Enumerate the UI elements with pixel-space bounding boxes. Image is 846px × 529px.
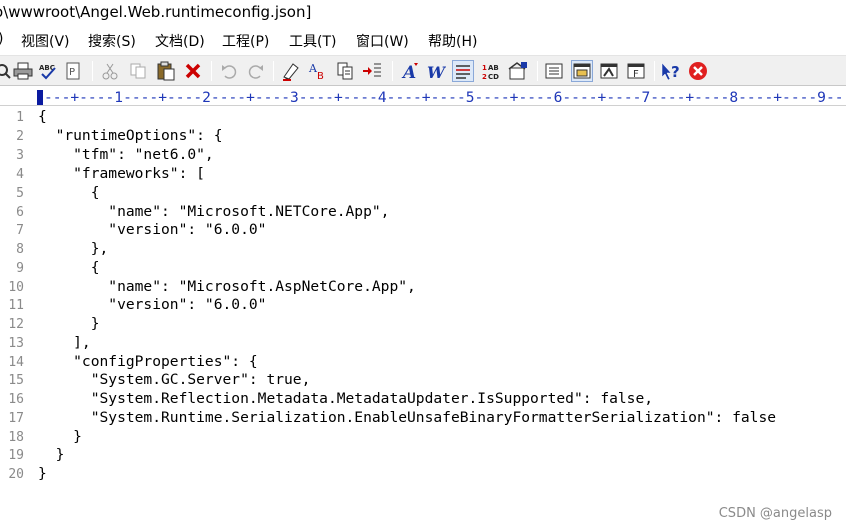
svg-text:?: ?: [671, 63, 680, 81]
cut-icon[interactable]: [99, 60, 121, 82]
svg-text:B: B: [317, 71, 324, 81]
code-line[interactable]: "configProperties": {: [38, 353, 258, 370]
redo-icon[interactable]: [245, 60, 267, 82]
svg-text:W: W: [427, 63, 446, 81]
code-line[interactable]: "runtimeOptions": {: [38, 127, 223, 144]
line-number: 7: [16, 223, 24, 238]
line-number: 5: [16, 186, 24, 201]
code-line[interactable]: }: [38, 315, 100, 332]
replace-font-icon[interactable]: AB: [307, 60, 329, 82]
menu-item-tools[interactable]: 工具(T): [289, 31, 336, 51]
line-number: 12: [8, 317, 24, 332]
code-line[interactable]: "name": "Microsoft.AspNetCore.App",: [38, 278, 416, 295]
menu-bar: ) 视图(V) 搜索(S) 文档(D) 工程(P) 工具(T) 窗口(W) 帮助…: [0, 28, 846, 52]
svg-text:P: P: [69, 67, 75, 78]
delete-icon[interactable]: [182, 60, 204, 82]
highlight-icon[interactable]: [280, 60, 302, 82]
code-line[interactable]: {: [38, 259, 100, 276]
menu-item-edit-partial[interactable]: ): [0, 31, 3, 47]
line-number: 1: [16, 110, 24, 125]
toolbar: ABC P AB A W 1 AB 2 CD F ?: [0, 55, 846, 86]
code-line[interactable]: }: [38, 446, 65, 463]
line-number-gutter: 1 2 3 4 5 6 7 8 9 10 11 12 13 14 15 16 1…: [0, 108, 24, 529]
toggle-panel-icon[interactable]: [598, 60, 620, 82]
window-title: o\wwwroot\Angel.Web.runtimeconfig.json]: [0, 3, 312, 21]
line-number: 11: [8, 298, 24, 313]
line-number: 20: [8, 467, 24, 482]
list-view-icon[interactable]: [543, 60, 565, 82]
menu-item-view[interactable]: 视图(V): [21, 31, 70, 51]
word-wrap-icon[interactable]: [452, 60, 474, 82]
indent-icon[interactable]: [361, 60, 383, 82]
code-line[interactable]: },: [38, 240, 109, 257]
line-number: 9: [16, 261, 24, 276]
code-line[interactable]: "tfm": "net6.0",: [38, 146, 214, 163]
code-line[interactable]: "System.Reflection.Metadata.MetadataUpda…: [38, 390, 653, 407]
menu-item-document[interactable]: 文档(D): [155, 31, 205, 51]
line-number: 17: [8, 411, 24, 426]
bold-w-icon[interactable]: W: [425, 60, 447, 82]
workspace-icon[interactable]: [507, 60, 529, 82]
function-list-icon[interactable]: F: [625, 60, 647, 82]
menu-item-window[interactable]: 窗口(W): [356, 31, 409, 51]
line-number: 6: [16, 205, 24, 220]
line-number: 19: [8, 448, 24, 463]
print-icon[interactable]: [12, 60, 34, 82]
code-line[interactable]: "frameworks": [: [38, 165, 205, 182]
context-help-icon[interactable]: ?: [660, 60, 682, 82]
svg-text:1: 1: [482, 64, 487, 72]
svg-text:F: F: [633, 69, 639, 80]
svg-text:A: A: [401, 63, 416, 81]
svg-text:2: 2: [482, 73, 487, 81]
code-line[interactable]: "System.Runtime.Serialization.EnableUnsa…: [38, 409, 776, 426]
spell-check-icon[interactable]: ABC: [37, 60, 59, 82]
output-window-icon[interactable]: [571, 60, 593, 82]
code-line[interactable]: "System.GC.Server": true,: [38, 371, 311, 388]
svg-text:CD: CD: [488, 73, 499, 81]
menu-item-search[interactable]: 搜索(S): [88, 31, 136, 51]
code-line[interactable]: }: [38, 465, 47, 482]
code-editor[interactable]: 1 2 3 4 5 6 7 8 9 10 11 12 13 14 15 16 1…: [0, 108, 846, 529]
line-number: 10: [8, 280, 24, 295]
line-number: 8: [16, 242, 24, 257]
line-number: 13: [8, 336, 24, 351]
svg-text:AB: AB: [488, 64, 499, 72]
page-setup-icon[interactable]: P: [62, 60, 84, 82]
line-number: 18: [8, 430, 24, 445]
menu-item-help[interactable]: 帮助(H): [428, 31, 477, 51]
code-line[interactable]: {: [38, 184, 100, 201]
line-number: 3: [16, 148, 24, 163]
line-number: 16: [8, 392, 24, 407]
code-line[interactable]: ],: [38, 334, 91, 351]
copy-icon[interactable]: [127, 60, 149, 82]
title-bar: o\wwwroot\Angel.Web.runtimeconfig.json]: [0, 0, 846, 26]
menu-item-project[interactable]: 工程(P): [222, 31, 269, 51]
duplicate-icon[interactable]: [334, 60, 356, 82]
line-number: 15: [8, 373, 24, 388]
paste-icon[interactable]: [155, 60, 177, 82]
ruler-scale: ---+----1----+----2----+----3----+----4-…: [44, 89, 846, 106]
column-ruler: ---+----1----+----2----+----3----+----4-…: [0, 88, 846, 106]
line-number: 4: [16, 167, 24, 182]
line-number: 14: [8, 355, 24, 370]
code-line[interactable]: "version": "6.0.0": [38, 296, 266, 313]
line-number: 2: [16, 129, 24, 144]
close-document-icon[interactable]: [687, 60, 709, 82]
ruler-cursor-marker: [37, 90, 43, 105]
italic-a-icon[interactable]: A: [399, 60, 421, 82]
watermark: CSDN @angelasp: [718, 506, 832, 521]
code-line[interactable]: }: [38, 428, 82, 445]
undo-icon[interactable]: [218, 60, 240, 82]
code-line[interactable]: {: [38, 108, 47, 125]
code-line[interactable]: "name": "Microsoft.NETCore.App",: [38, 203, 389, 220]
code-line[interactable]: "version": "6.0.0": [38, 221, 266, 238]
line-numbers-icon[interactable]: 1 AB 2 CD: [480, 60, 502, 82]
